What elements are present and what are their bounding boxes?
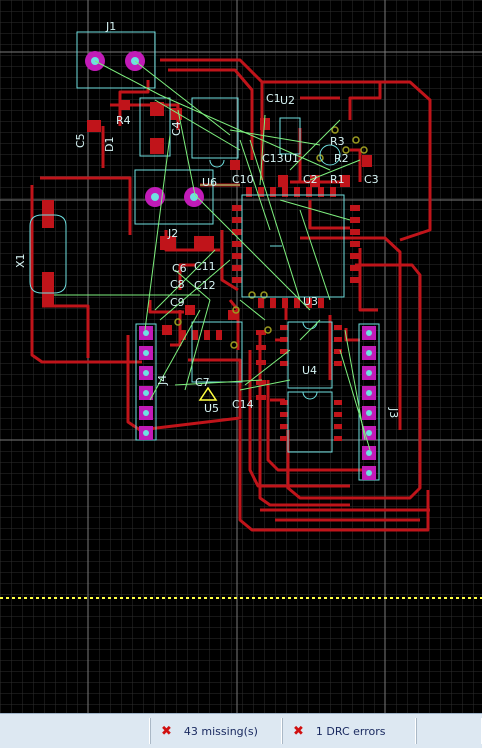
label-c4: C4 <box>170 121 183 136</box>
label-c9: C9 <box>170 296 185 309</box>
label-c12: C12 <box>194 279 216 292</box>
label-c14: C14 <box>232 398 254 411</box>
label-c10: C10 <box>232 173 254 186</box>
label-j2: J2 <box>167 227 178 240</box>
label-j1: J1 <box>105 20 116 33</box>
label-u3: U3 <box>303 295 318 308</box>
status-cell-empty <box>0 718 150 744</box>
label-x1: X1 <box>14 253 27 268</box>
drc-count-label: 1 DRC errors <box>315 724 386 738</box>
missing-connections-indicator[interactable]: ✖ 43 missing(s) <box>150 718 282 744</box>
status-bar: ✖ 43 missing(s) ✖ 1 DRC errors <box>0 713 482 748</box>
drc-errors-indicator[interactable]: ✖ 1 DRC errors <box>282 718 416 744</box>
label-c8: C8 <box>170 278 185 291</box>
pcb-board[interactable]: J1 R4 C5 C4 D1 C1 U2 C13 U1 C10 R3 R2 R1… <box>0 0 482 713</box>
label-j3: J3 <box>387 407 400 418</box>
label-c13: C13 <box>262 152 284 165</box>
status-cell-trailing <box>416 718 482 744</box>
label-c6: C6 <box>172 262 187 275</box>
label-c5: C5 <box>74 133 87 148</box>
label-j4: J4 <box>156 375 169 386</box>
label-r2: R2 <box>334 152 349 165</box>
pcb-canvas[interactable]: J1 R4 C5 C4 D1 C1 U2 C13 U1 C10 R3 R2 R1… <box>0 0 482 713</box>
label-r4: R4 <box>116 114 131 127</box>
label-c2: C2 <box>303 173 318 186</box>
missing-count-label: 43 missing(s) <box>183 724 258 738</box>
label-c7: C7 <box>195 376 210 389</box>
label-u1: U1 <box>284 152 299 165</box>
label-u4: U4 <box>302 364 317 377</box>
label-u6: U6 <box>202 176 217 189</box>
label-r3: R3 <box>330 135 345 148</box>
error-x-icon: ✖ <box>293 723 304 739</box>
label-r1: R1 <box>330 173 345 186</box>
grid-minor <box>0 0 482 713</box>
label-c3: C3 <box>364 173 379 186</box>
label-c1: C1 <box>266 92 281 105</box>
label-d1: D1 <box>103 137 116 152</box>
label-c11: C11 <box>194 260 216 273</box>
label-u2: U2 <box>280 94 295 107</box>
error-x-icon: ✖ <box>161 723 172 739</box>
label-u5: U5 <box>204 402 219 415</box>
